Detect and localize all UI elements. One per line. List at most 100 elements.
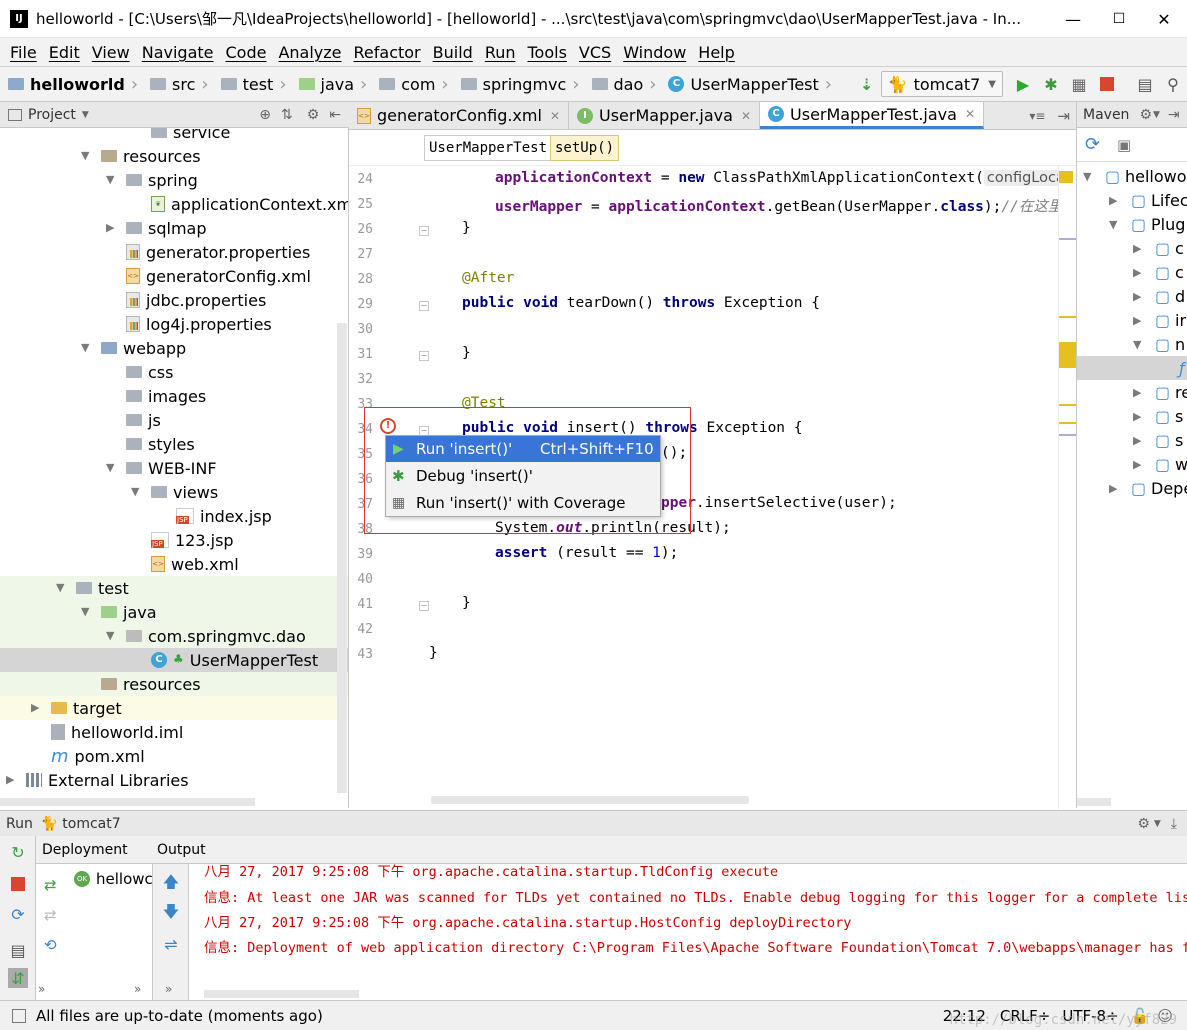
expanded-arrow-icon[interactable]: ▼: [1083, 170, 1091, 183]
menu-help[interactable]: Help: [692, 43, 740, 62]
collapse-all-icon[interactable]: ⇅: [281, 107, 293, 123]
tree-row-index-jsp[interactable]: index.jsp: [0, 504, 348, 528]
tab-usermapper-java[interactable]: I UserMapper.java ✕: [569, 102, 761, 129]
breadcrumb-springmvc[interactable]: springmvc ›: [453, 67, 584, 101]
breadcrumb-com[interactable]: com ›: [371, 67, 452, 101]
sync-icon[interactable]: ⊕: [259, 107, 271, 123]
close-tab-icon[interactable]: ✕: [741, 109, 751, 123]
chevron-down-icon[interactable]: ▼: [1153, 110, 1160, 120]
scroll-up-icon[interactable]: 🡅: [161, 872, 181, 894]
breadcrumb-src[interactable]: src ›: [142, 67, 213, 101]
expanded-arrow-icon[interactable]: ▼: [131, 485, 139, 498]
tree-row-generator-properties[interactable]: generator.properties: [0, 240, 348, 264]
collapsed-arrow-icon[interactable]: ▶: [1133, 314, 1141, 327]
hide-panel-icon[interactable]: ⤓: [1171, 816, 1177, 832]
collapsed-arrow-icon[interactable]: ▶: [6, 773, 14, 786]
tab-list-icon[interactable]: ▾≡: [1023, 102, 1051, 129]
maven-tree-row[interactable]: ▼ ▢ Plug: [1077, 212, 1187, 236]
gear-icon[interactable]: ⚙: [307, 107, 320, 123]
run-config-select[interactable]: 🐈 tomcat7 ▼: [880, 71, 1003, 97]
search-icon[interactable]: ⚲: [1159, 70, 1187, 98]
menu-item-run-with-coverage[interactable]: ▦ Run 'insert()' with Coverage: [386, 490, 660, 516]
close-tab-icon[interactable]: ✕: [965, 107, 975, 121]
generate-sources-icon[interactable]: ▣: [1117, 136, 1131, 154]
breadcrumb-usermappertest[interactable]: C UserMapperTest ›: [660, 67, 836, 101]
breadcrumb-dao[interactable]: dao ›: [584, 67, 661, 101]
chevron-down-icon[interactable]: ▼: [82, 110, 89, 120]
menu-refactor[interactable]: Refactor: [348, 43, 427, 62]
tree-row-external-libraries[interactable]: ▶ External Libraries: [0, 768, 348, 792]
crumb-class[interactable]: UserMapperTest: [424, 135, 553, 161]
reimport-icon[interactable]: ⟳: [1085, 134, 1100, 155]
minimize-button[interactable]: —: [1050, 0, 1096, 38]
tree-row-pom-xml[interactable]: m pom.xml: [0, 744, 348, 768]
maven-tree-row[interactable]: ▶ ▢Depe: [1077, 476, 1187, 500]
gear-icon[interactable]: ⚙: [1139, 107, 1152, 123]
hide-panel-icon[interactable]: ⇥: [1168, 107, 1180, 123]
maven-tree-row[interactable]: ▼ ▢ hellowo: [1077, 164, 1187, 188]
maven-tree-row[interactable]: ▶ ▢ s: [1077, 428, 1187, 452]
menu-tools[interactable]: Tools: [522, 43, 573, 62]
crumb-method[interactable]: setUp(): [550, 135, 620, 161]
tree-row-resources[interactable]: ▼ resources: [0, 144, 348, 168]
menu-vcs[interactable]: VCS: [573, 43, 617, 62]
tree-row-images[interactable]: images: [0, 384, 348, 408]
fold-marker-icon[interactable]: −: [419, 601, 429, 611]
tree-row-css[interactable]: css: [0, 360, 348, 384]
tree-row-web-xml[interactable]: <> web.xml: [0, 552, 348, 576]
breadcrumb-java[interactable]: java ›: [291, 67, 372, 101]
maven-tree-row[interactable]: ▶ ▢re: [1077, 380, 1187, 404]
expand-icon[interactable]: »: [165, 982, 172, 996]
fold-marker-icon[interactable]: −: [419, 226, 429, 236]
expanded-arrow-icon[interactable]: ▼: [106, 461, 114, 474]
run-icon[interactable]: ▶: [1009, 70, 1037, 98]
menu-item-run-insert[interactable]: ▶ Run 'insert()' Ctrl+Shift+F10: [386, 436, 660, 462]
tree-row-jdbc-properties[interactable]: jdbc.properties: [0, 288, 348, 312]
stop-icon[interactable]: [8, 874, 28, 894]
maven-tree-row[interactable]: ▶ ▢ ir: [1077, 308, 1187, 332]
scroll-down-icon[interactable]: 🡇: [161, 902, 181, 924]
fold-marker-icon[interactable]: −: [419, 351, 429, 361]
tree-row-log4j-properties[interactable]: log4j.properties: [0, 312, 348, 336]
tree-row-target[interactable]: ▶ target: [0, 696, 348, 720]
tree-row-styles[interactable]: styles: [0, 432, 348, 456]
maven-tree-row[interactable]: ▶ ▢ c: [1077, 260, 1187, 284]
menu-code[interactable]: Code: [220, 43, 273, 62]
hide-editor-icon[interactable]: ⇥: [1051, 102, 1076, 129]
debug-icon[interactable]: ✱: [1037, 70, 1065, 98]
tree-row-123-jsp[interactable]: 123.jsp: [0, 528, 348, 552]
tree-row-js[interactable]: js: [0, 408, 348, 432]
tool-windows-icon[interactable]: [12, 1008, 26, 1023]
menu-window[interactable]: Window: [617, 43, 692, 62]
tree-row-webapp[interactable]: ▼ webapp: [0, 336, 348, 360]
warning-marker[interactable]: [1059, 316, 1077, 318]
expanded-arrow-icon[interactable]: ▼: [81, 341, 89, 354]
build-arrow-icon[interactable]: ⇣: [853, 70, 881, 98]
breadcrumb-helloworld[interactable]: helloworld ›: [0, 67, 142, 101]
menu-file[interactable]: File: [4, 43, 43, 62]
maven-horizontal-scrollbar[interactable]: [1077, 798, 1111, 806]
maven-panel-title[interactable]: Maven: [1083, 107, 1129, 123]
tree-row-test[interactable]: ▼ test: [0, 576, 348, 600]
menu-edit[interactable]: Edit: [43, 43, 86, 62]
collapsed-arrow-icon[interactable]: ▶: [1109, 194, 1117, 207]
tree-row-web-inf[interactable]: ▼ WEB-INF: [0, 456, 348, 480]
tree-row-spring[interactable]: ▼ spring: [0, 168, 348, 192]
tree-horizontal-scrollbar[interactable]: [0, 798, 255, 806]
project-structure-icon[interactable]: ▤: [1131, 70, 1159, 98]
maven-tree-row[interactable]: ƒ: [1077, 356, 1187, 380]
breadcrumb-test[interactable]: test ›: [213, 67, 291, 101]
collapsed-arrow-icon[interactable]: ▶: [1133, 458, 1141, 471]
project-panel-title[interactable]: Project: [28, 107, 76, 123]
run-config-name[interactable]: tomcat7: [62, 816, 120, 832]
menu-run[interactable]: Run: [479, 43, 522, 62]
menu-view[interactable]: View: [86, 43, 136, 62]
expanded-arrow-icon[interactable]: ▼: [81, 605, 89, 618]
tab-usermappertest-java[interactable]: C UserMapperTest.java ✕: [760, 102, 985, 129]
console-output[interactable]: 八月 27, 2017 9:25:08 下午 org.apache.catali…: [189, 864, 1187, 1000]
expanded-arrow-icon[interactable]: ▼: [1109, 218, 1117, 231]
tree-row-java[interactable]: ▼ java: [0, 600, 348, 624]
deployment-item[interactable]: OK hellowc: [74, 870, 153, 888]
fold-marker-icon[interactable]: −: [419, 301, 429, 311]
run-test-gutter-icon[interactable]: !: [380, 418, 396, 434]
